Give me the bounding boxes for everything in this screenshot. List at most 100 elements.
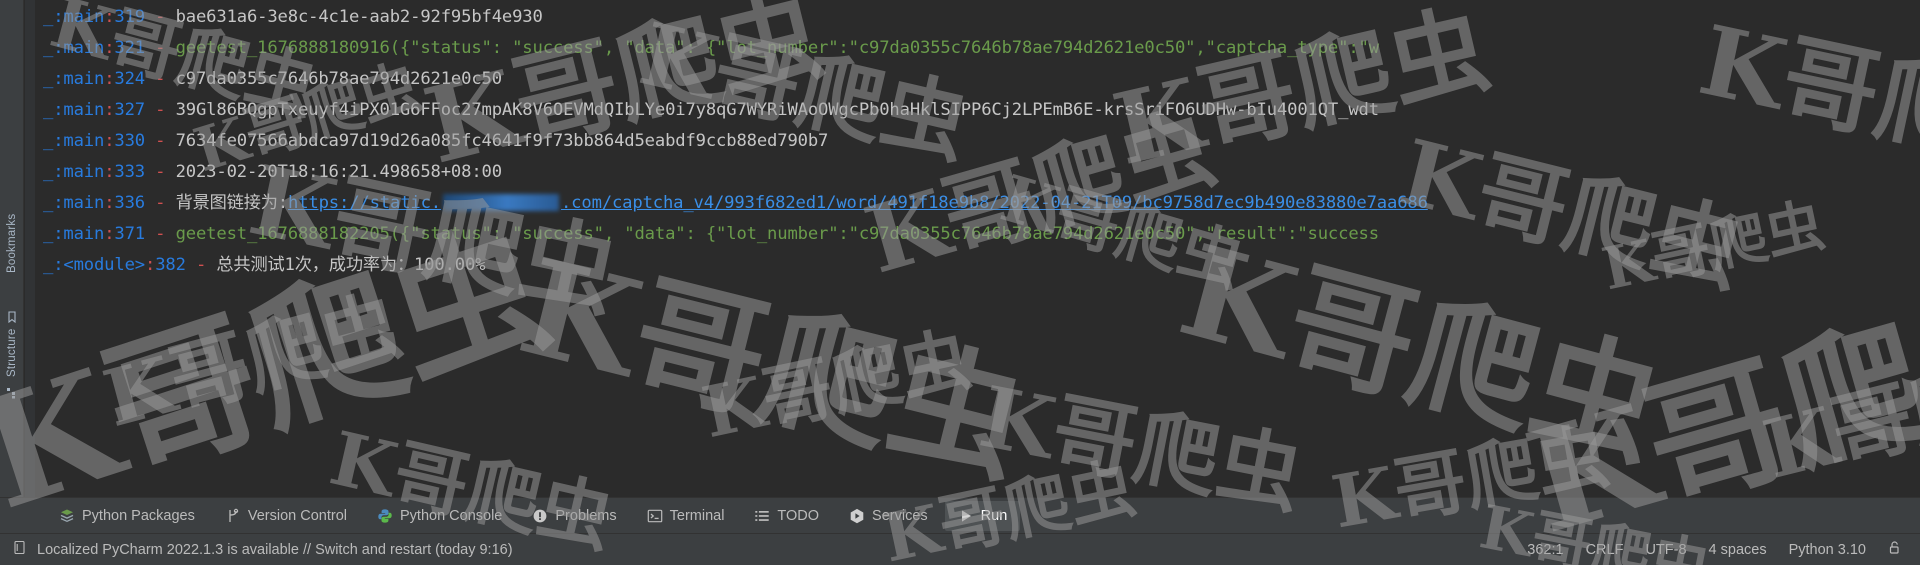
indent-setting[interactable]: 4 spaces [1709,542,1767,558]
log-line-number: 327 [114,100,145,120]
console-line: _:main:336 - 背景图链接为:https://static. .com/… [43,188,1920,219]
console-line: _:main:333 - 2023-02-20T18:16:21.498658+… [43,157,1920,188]
log-location: _:main [43,131,105,151]
branch-icon [225,508,241,524]
python-interpreter[interactable]: Python 3.10 [1789,542,1866,558]
log-url-link-tail[interactable]: .com/captcha_v4/993f682ed1/word/491f18e9… [561,193,1428,213]
log-location: _:main [43,100,105,120]
status-bar-left: Localized PyCharm 2022.1.3 is available … [12,540,513,560]
log-location: _:main [43,224,105,244]
sidebar-tab-bookmarks[interactable]: Bookmarks [0,185,24,305]
log-dash: - [144,224,176,244]
log-message: c97da0355c7646b78ae794d2621e0c50 [175,69,502,89]
tool-button-version-control[interactable]: Version Control [212,501,360,531]
log-dash: - [144,193,176,213]
warning-icon [532,508,548,524]
tool-button-label: Services [872,507,928,524]
log-message: 7634fe07566abdca97d19d26a085fc4641f9f73b… [175,131,829,151]
tool-button-python-packages[interactable]: Python Packages [46,501,208,531]
log-colon: : [144,255,156,275]
tool-window-bar: Python Packages Version Control Python Con… [0,497,1920,533]
log-dash: - [144,100,176,120]
left-tool-strip: Bookmarks Structure [0,0,24,497]
tool-button-problems[interactable]: Problems [519,501,629,531]
status-bar-right: 362:1 CRLF UTF-8 4 spaces Python 3.10 [1527,540,1902,559]
log-line-number: 371 [114,224,145,244]
list-icon [754,508,770,524]
python-icon [377,508,393,524]
tool-button-run[interactable]: Run [944,500,1021,531]
console-line: _:main:324 - c97da0355c7646b78ae794d2621… [43,64,1920,95]
file-encoding[interactable]: UTF-8 [1645,542,1686,558]
redacted-domain [442,194,559,211]
log-line-number: 330 [114,131,145,151]
unlocked-icon[interactable] [1888,540,1902,559]
tool-button-label: Run [980,507,1008,524]
log-line-number: 382 [155,255,186,275]
console-line: _:main:319 - bae631a6-3e8c-4c1e-aab2-92f… [43,2,1920,33]
tool-button-label: Version Control [247,507,347,524]
caret-position[interactable]: 362:1 [1527,542,1563,558]
sidebar-tab-structure[interactable]: Structure [0,300,24,410]
log-dash: - [144,69,176,89]
status-bar: Localized PyCharm 2022.1.3 is available … [0,533,1920,565]
log-colon: : [104,100,115,120]
log-message: 39Gl86BQgpTxeuyf4iPX01G6FFoc27mpAK8V6OEV… [175,100,1379,120]
log-line-number: 333 [114,162,145,182]
log-colon: : [104,7,115,27]
log-message-prefix: 背景图链接为: [175,193,289,213]
log-colon: : [104,162,115,182]
console-line: _:main:321 - geetest_1676888180916({"sta… [43,33,1920,64]
log-message: 总共测试1次，成功率为：100.00% [216,255,486,275]
status-message[interactable]: Localized PyCharm 2022.1.3 is available … [37,542,513,558]
log-colon: : [104,69,115,89]
log-colon: : [104,224,115,244]
sidebar-tab-bookmarks-label: Bookmarks [6,213,18,273]
log-location: _:main [43,162,105,182]
tool-button-label: Terminal [669,507,725,524]
console-line: _:main:327 - 39Gl86BQgpTxeuyf4iPX01G6FFo… [43,95,1920,126]
log-line-number: 324 [114,69,145,89]
console-gutter [25,0,35,497]
log-colon: : [104,193,115,213]
terminal-icon [647,508,663,524]
play-icon [958,508,974,524]
tool-button-python-console[interactable]: Python Console [364,501,515,531]
log-dash: - [144,162,176,182]
log-line-number: 319 [114,7,145,27]
log-message: geetest_1676888182205({"status": "succes… [175,224,1379,244]
console-line: _:main:371 - geetest_1676888182205({"sta… [43,219,1920,250]
log-location: _:main [43,69,105,89]
tool-button-label: TODO [777,507,820,524]
sidebar-tab-structure-label: Structure [6,328,18,378]
log-colon: : [104,131,115,151]
tool-button-label: Python Console [400,507,503,524]
tool-button-services[interactable]: Services [836,501,941,531]
log-dash: - [185,255,217,275]
pycharm-window: Bookmarks Structure _:main:319 - bae631a… [0,0,1920,565]
tool-button-label: Python Packages [82,507,195,524]
log-dash: - [144,38,176,58]
console-output: _:main:319 - bae631a6-3e8c-4c1e-aab2-92f… [43,2,1920,281]
log-dash: - [144,131,176,151]
console-line: _:<module>:382 - 总共测试1次，成功率为：100.00% [43,250,1920,281]
log-dash: - [144,7,176,27]
log-message: bae631a6-3e8c-4c1e-aab2-92f95bf4e930 [175,7,543,27]
log-location: _:<module> [43,255,145,275]
log-location: _:main [43,7,105,27]
console-line: _:main:330 - 7634fe07566abdca97d19d26a08… [43,126,1920,157]
log-url-link[interactable]: https://static. [288,193,441,213]
tool-button-todo[interactable]: TODO [741,501,832,531]
log-line-number: 321 [114,38,145,58]
log-colon: : [104,38,115,58]
line-separator[interactable]: CRLF [1586,542,1624,558]
notification-icon[interactable] [12,540,27,560]
play-circle-icon [849,508,865,524]
packages-icon [59,508,75,524]
log-location: _:main [43,38,105,58]
tool-button-label: Problems [555,507,617,524]
tool-button-terminal[interactable]: Terminal [634,501,738,531]
log-line-number: 336 [114,193,145,213]
log-message: geetest_1676888180916({"status": "succes… [175,38,1379,58]
run-console[interactable]: _:main:319 - bae631a6-3e8c-4c1e-aab2-92f… [25,0,1920,497]
